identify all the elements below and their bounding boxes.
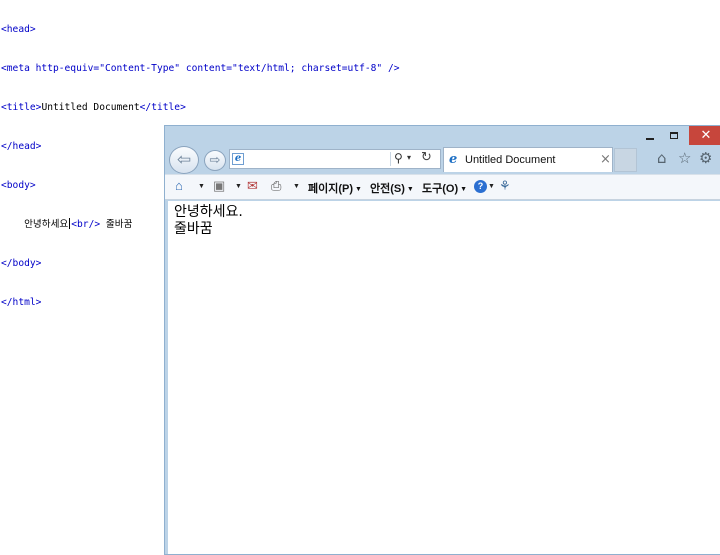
chevron-down-icon[interactable]: ▼ [293, 183, 300, 190]
tools-menu-label: 도구(O) [422, 183, 459, 195]
page-menu[interactable]: 페이지(P) ▼ [308, 180, 362, 196]
code-tag: <head> [1, 24, 36, 35]
safety-menu-label: 안전(S) [370, 183, 405, 195]
search-icon[interactable]: ⚲ [394, 151, 403, 165]
code-text: 줄바꿈 [105, 219, 133, 230]
tools-menu[interactable]: 도구(O) ▼ [422, 180, 467, 196]
home-icon[interactable]: ⌂ [175, 179, 183, 193]
rss-feed-icon[interactable]: ▣ [213, 179, 225, 193]
page-content: 안녕하세요. 줄바꿈 [168, 201, 720, 554]
chevron-down-icon[interactable]: ▼ [235, 183, 242, 190]
back-button[interactable]: ⇦ [169, 146, 199, 174]
chevron-down-icon[interactable]: ▼ [198, 183, 205, 190]
print-icon[interactable]: ⎙ [271, 179, 281, 193]
chevron-down-icon: ▼ [355, 186, 362, 193]
tab-untitled-document[interactable]: e Untitled Document × [443, 147, 613, 172]
home-icon[interactable]: ⌂ [657, 149, 667, 167]
page-line: 줄바꿈 [174, 221, 213, 237]
gear-icon[interactable]: ⚙ [699, 149, 712, 167]
chevron-down-icon: ▼ [406, 186, 414, 193]
close-tab-icon[interactable]: × [600, 152, 611, 167]
navigation-bar: ⇦ ⇨ e ⚲ ▾ ↻ e Untitled Document × ⌂ ☆ ⚙ [165, 146, 720, 174]
refresh-icon[interactable]: ↻ [421, 150, 432, 165]
maximize-icon [670, 132, 678, 139]
tab-title: Untitled Document [465, 154, 556, 166]
arrow-right-icon: ⇨ [209, 153, 221, 168]
code-tag: </body> [1, 258, 42, 269]
code-tag: <br/> [71, 219, 101, 230]
code-line: <meta http-equiv="Content-Type" content=… [1, 62, 400, 75]
browser-window: ✕ ⇦ ⇨ e ⚲ ▾ ↻ e Untitled Document × ⌂ ☆ … [164, 125, 720, 555]
mail-icon[interactable]: ✉ [247, 179, 258, 193]
address-input[interactable] [248, 151, 392, 169]
arrow-left-icon: ⇦ [176, 150, 192, 170]
code-tag: <meta http-equiv="Content-Type" content=… [1, 63, 400, 74]
code-tag: </title> [139, 102, 186, 113]
close-button[interactable]: ✕ [689, 126, 720, 145]
command-bar: ⌂ ▼ ▣ ▼ ✉ ⎙ ▼ 페이지(P) ▼ 안전(S) ▼ 도구(O) ▼ ? ▼ … [165, 174, 720, 200]
address-bar: e ⚲ ▾ ↻ [229, 149, 441, 169]
chevron-down-icon[interactable]: ▼ [488, 183, 495, 190]
minimize-button[interactable] [639, 126, 661, 145]
chevron-down-icon[interactable]: ▾ [407, 153, 411, 162]
code-tag: <body> [1, 180, 36, 191]
page-menu-label: 페이지(P) [308, 183, 354, 195]
code-line: <head> [1, 23, 400, 36]
code-text: Untitled Document [41, 102, 140, 113]
page-line: 안녕하세요. [174, 204, 243, 220]
code-text: 안녕하세요 [24, 219, 69, 230]
code-tag: </head> [1, 141, 42, 152]
divider [390, 152, 391, 166]
title-bar[interactable]: ✕ [165, 126, 720, 146]
forward-button[interactable]: ⇨ [204, 150, 226, 171]
page-body-text: 안녕하세요. 줄바꿈 [174, 204, 243, 238]
research-icon[interactable]: ⚘ [499, 179, 511, 193]
chevron-down-icon: ▼ [460, 186, 468, 193]
help-icon[interactable]: ? [474, 180, 487, 193]
favorites-star-icon[interactable]: ☆ [678, 149, 691, 167]
ie-page-icon: e [449, 152, 458, 167]
minimize-icon [646, 137, 654, 140]
ie-logo-icon: e [232, 153, 244, 165]
code-line: <title>Untitled Document</title> [1, 101, 400, 114]
safety-menu[interactable]: 안전(S) ▼ [370, 180, 414, 196]
code-tag: <title> [1, 102, 42, 113]
close-icon: ✕ [700, 128, 712, 143]
maximize-button[interactable] [663, 126, 685, 145]
code-tag: </html> [1, 297, 42, 308]
new-tab-button[interactable] [614, 148, 637, 172]
